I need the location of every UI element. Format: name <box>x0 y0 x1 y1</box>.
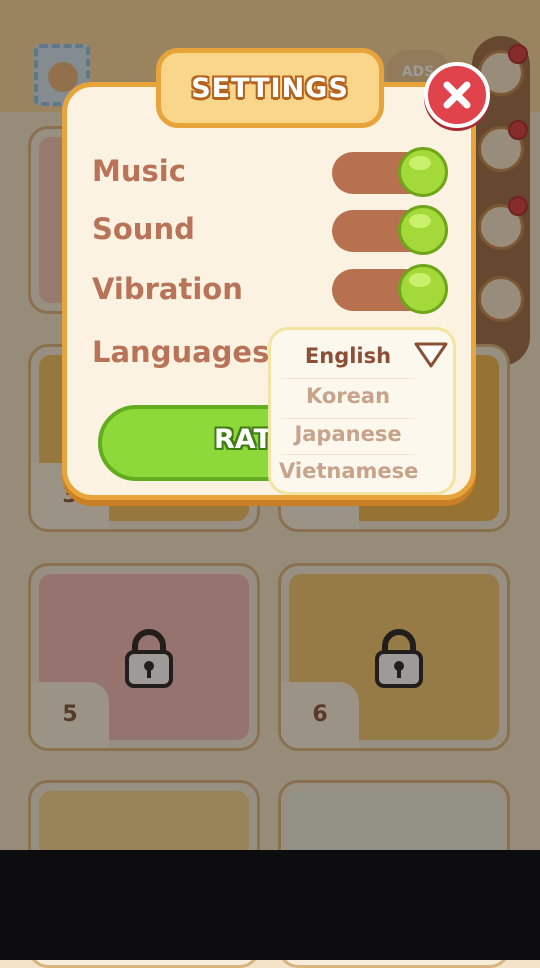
language-option-korean[interactable]: Korean <box>279 384 417 408</box>
bottom-bar <box>0 850 540 960</box>
languages-label: Languages <box>92 335 270 369</box>
vibration-toggle[interactable] <box>332 264 448 314</box>
sound-toggle[interactable] <box>332 205 448 255</box>
language-option-japanese[interactable]: Japanese <box>279 422 417 446</box>
language-option-vietnamese[interactable]: Vietnamese <box>279 459 418 483</box>
chevron-down-icon[interactable] <box>413 340 449 370</box>
divider <box>281 418 415 419</box>
divider <box>281 378 415 379</box>
divider <box>281 454 415 455</box>
toggle-knob <box>398 264 448 314</box>
music-toggle[interactable] <box>332 147 448 197</box>
music-label: Music <box>92 154 186 188</box>
language-option-english[interactable]: English <box>279 344 417 368</box>
language-dropdown[interactable]: English Korean Japanese Vietnamese <box>268 327 456 495</box>
toggle-knob <box>398 205 448 255</box>
close-button[interactable] <box>424 62 490 128</box>
close-icon <box>443 81 471 109</box>
toggle-knob <box>398 147 448 197</box>
settings-title: SETTINGS <box>191 72 349 104</box>
sound-label: Sound <box>92 212 195 246</box>
rate-button-label: RAT <box>214 424 273 455</box>
vibration-label: Vibration <box>92 272 243 306</box>
settings-title-banner: SETTINGS <box>156 48 384 128</box>
